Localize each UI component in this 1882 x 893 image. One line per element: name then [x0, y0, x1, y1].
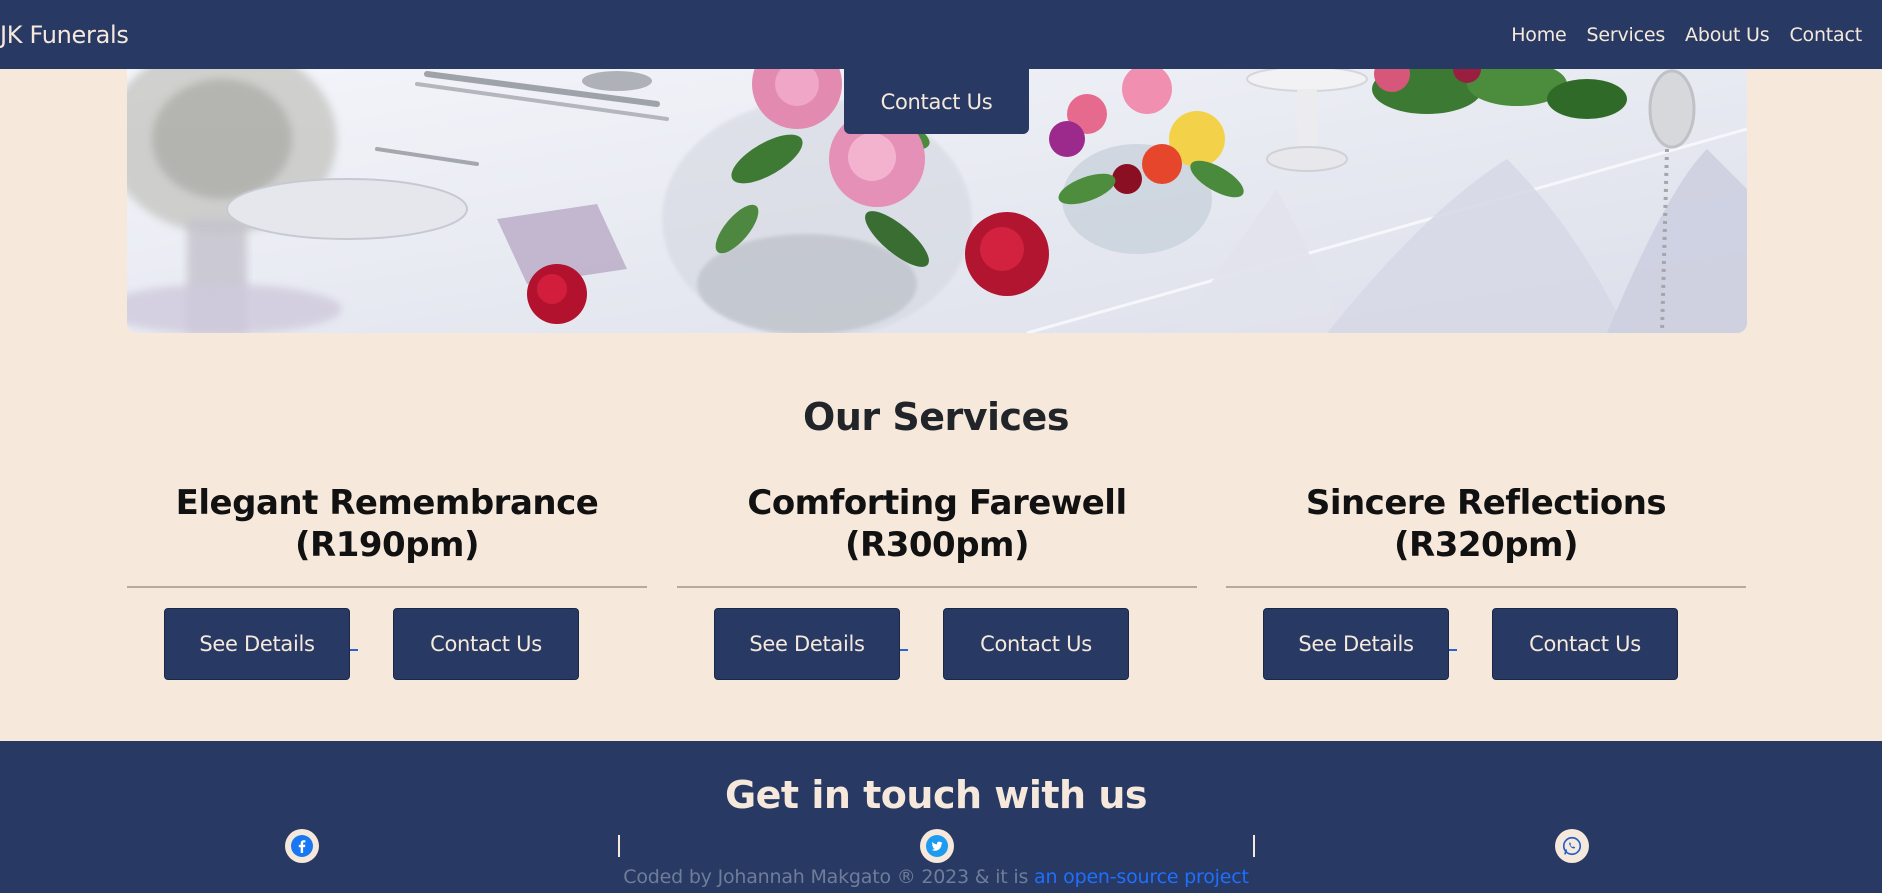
see-details-button[interactable]: See Details	[714, 608, 900, 680]
contact-us-button[interactable]: Contact Us	[943, 608, 1129, 680]
service-price: (R300pm)	[845, 525, 1030, 565]
contact-us-button[interactable]: Contact Us	[1492, 608, 1678, 680]
see-details-button[interactable]: See Details	[1263, 608, 1449, 680]
nav-link-about[interactable]: About Us	[1685, 24, 1770, 46]
service-title: Elegant Remembrance	[175, 483, 599, 523]
credit-text: Coded by Johannah Makgato ® 2023 & it is	[623, 866, 1035, 888]
whatsapp-icon[interactable]	[1555, 829, 1589, 863]
footer: Get in touch with us Coded by Johannah M…	[0, 741, 1882, 893]
service-buttons: See Details Contact Us	[1226, 608, 1746, 683]
footer-credit: Coded by Johannah Makgato ® 2023 & it is…	[0, 866, 1872, 888]
nav-link-home[interactable]: Home	[1511, 24, 1567, 46]
service-buttons: See Details Contact Us	[677, 608, 1197, 683]
service-title: Comforting Farewell	[747, 483, 1127, 523]
navbar: JK Funerals Home Services About Us Conta…	[0, 0, 1882, 69]
twitter-icon[interactable]	[920, 829, 954, 863]
service-card-sincere-reflections: Sincere Reflections (R320pm) See Details…	[1226, 482, 1746, 683]
service-buttons: See Details Contact Us	[127, 608, 647, 683]
services-heading: Our Services	[803, 395, 1069, 439]
service-name: Elegant Remembrance (R190pm)	[127, 482, 647, 566]
nav-link-contact[interactable]: Contact	[1789, 24, 1862, 46]
separator	[618, 835, 620, 857]
brand-logo[interactable]: JK Funerals	[0, 21, 129, 49]
see-details-button[interactable]: See Details	[164, 608, 350, 680]
open-source-link[interactable]: an open-source project	[1034, 866, 1249, 888]
service-price: (R190pm)	[295, 525, 480, 565]
nav-link-services[interactable]: Services	[1587, 24, 1666, 46]
facebook-icon[interactable]	[285, 829, 319, 863]
link-underline	[1449, 649, 1457, 651]
divider	[127, 586, 647, 588]
service-name: Sincere Reflections (R320pm)	[1226, 482, 1746, 566]
service-title: Sincere Reflections	[1305, 483, 1667, 523]
footer-heading: Get in touch with us	[724, 773, 1148, 817]
link-underline	[350, 649, 358, 651]
separator	[1253, 835, 1255, 857]
service-card-comforting-farewell: Comforting Farewell (R300pm) See Details…	[677, 482, 1197, 683]
contact-us-button[interactable]: Contact Us	[393, 608, 579, 680]
divider	[677, 586, 1197, 588]
hero-contact-button[interactable]: Contact Us	[844, 69, 1029, 134]
service-card-elegant-remembrance: Elegant Remembrance (R190pm) See Details…	[127, 482, 647, 683]
link-underline	[900, 649, 908, 651]
divider	[1226, 586, 1746, 588]
nav-links: Home Services About Us Contact	[1511, 24, 1882, 46]
service-name: Comforting Farewell (R300pm)	[677, 482, 1197, 566]
service-price: (R320pm)	[1394, 525, 1579, 565]
